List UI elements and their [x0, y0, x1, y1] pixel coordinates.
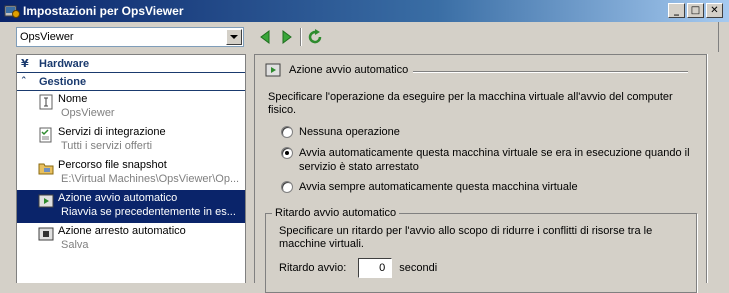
- detail-description: Specificare l'operazione da eseguire per…: [268, 91, 673, 116]
- section-hardware-label: Hardware: [39, 58, 90, 70]
- settings-navigation-tree: ¥ Hardware ˆ Gestione Nome OpsViewer Ser…: [16, 54, 246, 283]
- sidebar-item-servizi-integrazione[interactable]: Servizi di integrazione Tutti i servizi …: [17, 124, 245, 157]
- delay-label: Ritardo avvio:: [279, 262, 347, 274]
- detail-title: Azione avvio automatico: [289, 64, 409, 76]
- radio-nessuna-operazione[interactable]: Nessuna operazione: [281, 125, 699, 139]
- vm-select-dropdown-button[interactable]: [226, 29, 242, 45]
- delay-group-legend: Ritardo avvio automatico: [272, 207, 400, 219]
- radio-button[interactable]: [281, 126, 293, 138]
- vm-select-value: OpsViewer: [20, 31, 74, 43]
- sidebar-item-label: Nome: [58, 93, 88, 105]
- section-gestione-label: Gestione: [39, 76, 87, 88]
- sidebar-item-arresto-automatico[interactable]: Azione arresto automatico Salva: [17, 223, 245, 256]
- delay-description: Specificare un ritardo per l'avvio allo …: [279, 225, 653, 250]
- name-icon: [38, 94, 54, 110]
- integration-services-icon: [38, 127, 54, 143]
- sidebar-item-sublabel: E:\Virtual Machines\OpsViewer\Op...: [61, 173, 240, 185]
- sidebar-item-label: Azione arresto automatico: [58, 225, 186, 237]
- minimize-icon: _: [674, 4, 679, 16]
- sidebar-item-label: Percorso file snapshot: [58, 159, 167, 171]
- toolbar: OpsViewer: [0, 22, 729, 52]
- radio-avvia-sempre[interactable]: Avvia sempre automaticamente questa macc…: [281, 180, 699, 194]
- radio-avvia-se-in-esecuzione[interactable]: Avvia automaticamente questa macchina vi…: [281, 146, 699, 174]
- sidebar-item-label: Servizi di integrazione: [58, 126, 166, 138]
- radio-button[interactable]: [281, 181, 293, 193]
- radio-label[interactable]: Avvia automaticamente questa macchina vi…: [299, 146, 699, 174]
- sidebar-item-avvio-automatico[interactable]: Azione avvio automatico Riavvia se prece…: [17, 190, 245, 223]
- sidebar-item-label: Azione avvio automatico: [58, 192, 178, 204]
- chevron-down-icon: [230, 34, 238, 39]
- settings-app-icon: [4, 3, 20, 19]
- maximize-icon: □: [690, 4, 701, 16]
- header-divider: [413, 71, 688, 73]
- radio-label[interactable]: Avvia sempre automaticamente questa macc…: [299, 180, 699, 194]
- snapshot-folder-icon: [38, 160, 54, 176]
- sidebar-item-nome[interactable]: Nome OpsViewer: [17, 91, 245, 124]
- section-gestione[interactable]: ˆ Gestione: [17, 73, 245, 91]
- detail-header: Azione avvio automatico: [265, 61, 695, 79]
- sidebar-item-sublabel: OpsViewer: [61, 107, 115, 119]
- delay-group: Ritardo avvio automatico Specificare un …: [265, 207, 697, 293]
- delay-row: Ritardo avvio: 0 secondi: [279, 258, 437, 278]
- refresh-icon: [308, 29, 322, 44]
- delay-unit-label: secondi: [399, 262, 438, 274]
- maximize-button[interactable]: □: [687, 3, 704, 18]
- toolbar-edge: [718, 22, 719, 52]
- toolbar-separator: [300, 28, 302, 46]
- arrow-right-icon: [282, 30, 292, 44]
- panel-edge: [707, 54, 708, 283]
- refresh-button[interactable]: [306, 28, 324, 46]
- double-chevron-up-icon: ˆ: [21, 75, 27, 88]
- delay-seconds-input[interactable]: 0: [358, 258, 393, 278]
- radio-label[interactable]: Nessuna operazione: [299, 125, 699, 139]
- title-bar[interactable]: Impostazioni per OpsViewer _ □ ✕: [0, 0, 729, 22]
- settings-detail-panel: Azione avvio automatico Specificare l'op…: [254, 54, 707, 293]
- sidebar-item-sublabel: Tutti i servizi offerti: [61, 140, 153, 152]
- radio-button-selected[interactable]: [281, 147, 293, 159]
- settings-window: Impostazioni per OpsViewer _ □ ✕ OpsView…: [0, 0, 729, 293]
- section-hardware[interactable]: ¥ Hardware: [17, 55, 245, 73]
- sidebar-item-sublabel: Riavvia se precedentemente in es...: [61, 206, 236, 218]
- auto-start-icon: [38, 193, 54, 209]
- double-chevron-down-icon: ¥: [21, 57, 29, 70]
- minimize-button[interactable]: _: [668, 3, 685, 18]
- arrow-left-icon: [260, 30, 270, 44]
- back-button[interactable]: [258, 29, 272, 45]
- window-title: Impostazioni per OpsViewer: [23, 4, 184, 18]
- sidebar-item-percorso-snapshot[interactable]: Percorso file snapshot E:\Virtual Machin…: [17, 157, 245, 190]
- close-button[interactable]: ✕: [706, 3, 723, 18]
- sidebar-item-sublabel: Salva: [61, 239, 89, 251]
- auto-stop-icon: [38, 226, 54, 242]
- auto-start-icon: [265, 62, 281, 78]
- vm-select[interactable]: OpsViewer: [16, 27, 244, 47]
- close-icon: ✕: [710, 4, 719, 16]
- forward-button[interactable]: [280, 29, 294, 45]
